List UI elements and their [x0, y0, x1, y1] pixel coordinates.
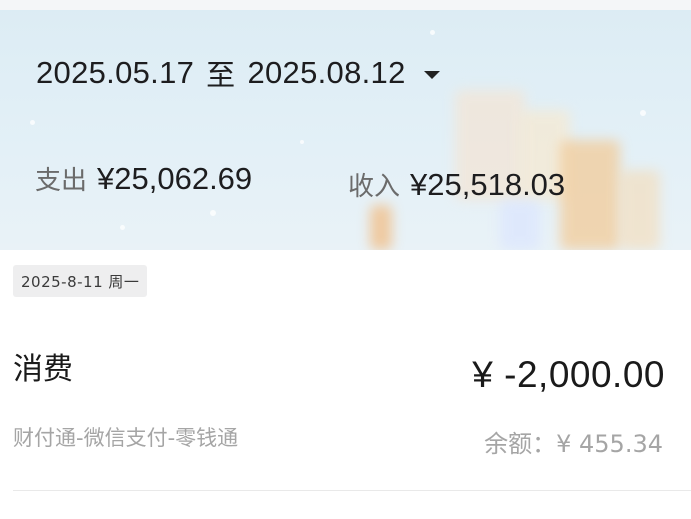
transaction-source: 财付通-微信支付-零钱通 [13, 426, 239, 450]
background-decoration [620, 170, 660, 250]
start-date: 2025.05.17 [36, 55, 195, 90]
snowflake-decoration [640, 110, 646, 116]
expense-value: ¥25,062.69 [97, 161, 253, 196]
date-group-header: 2025-8-11 周一 [13, 265, 148, 297]
expense-total: 支出 ¥25,062.69 [35, 160, 252, 197]
caret-down-icon[interactable] [423, 71, 440, 79]
transaction-row[interactable]: 消费 ¥ -2,000.00 财付通-微信支付-零钱通 余额：¥ 455.34 [0, 330, 691, 465]
snowflake-decoration [210, 210, 216, 216]
range-separator: 至 [206, 58, 236, 92]
date-range-selector[interactable]: 2025.05.17 至 2025.08.12 [36, 52, 440, 94]
income-total: 收入 ¥25,518.03 [348, 166, 565, 203]
background-decoration [500, 200, 540, 250]
income-value: ¥25,518.03 [410, 167, 566, 202]
transaction-title: 消费 [13, 352, 73, 387]
end-date: 2025.08.12 [247, 55, 406, 90]
transaction-amount: ¥ -2,000.00 [472, 354, 665, 395]
transaction-balance: 余额：¥ 455.34 [484, 430, 663, 458]
summary-header: 2025.05.17 至 2025.08.12 支出 ¥25,062.69 收入… [0, 0, 691, 250]
expense-label: 支出 [35, 166, 88, 196]
income-label: 收入 [348, 172, 401, 202]
top-strip [0, 0, 691, 10]
snowflake-decoration [30, 120, 35, 125]
snowflake-decoration [120, 225, 125, 230]
row-divider [13, 490, 691, 491]
background-decoration [560, 140, 620, 250]
snowflake-decoration [430, 30, 435, 35]
snowflake-decoration [300, 140, 304, 144]
background-decoration [370, 205, 392, 250]
